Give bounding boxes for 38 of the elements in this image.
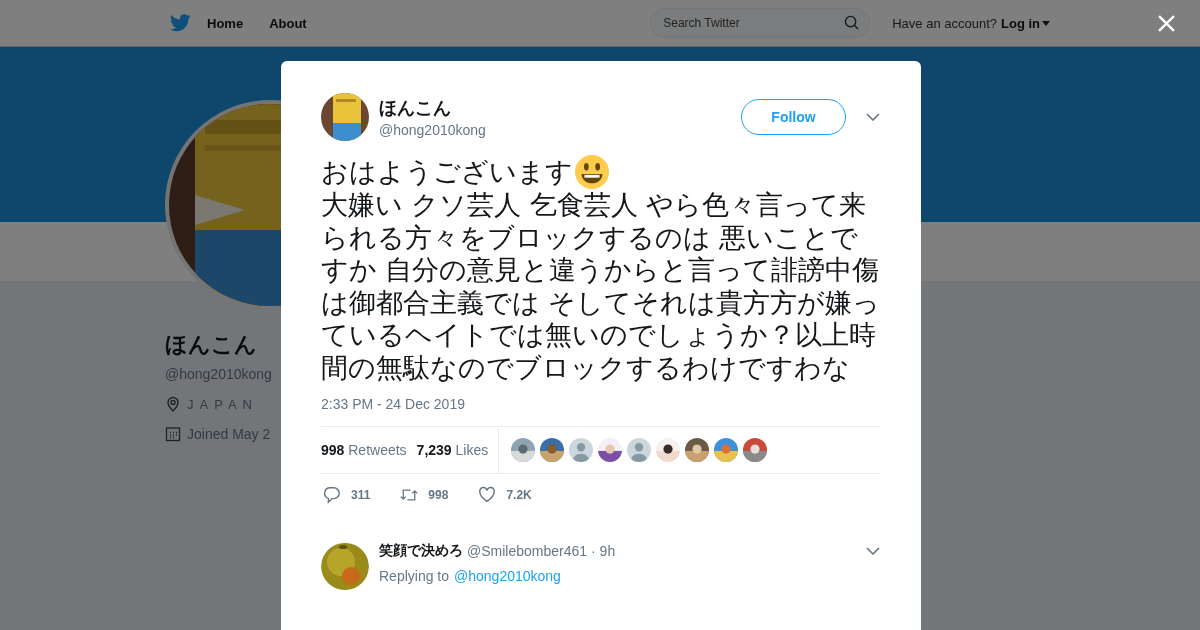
- reply-author-handle[interactable]: @Smilebomber461: [467, 543, 588, 559]
- action-count: 7.2K: [506, 488, 532, 502]
- reply-time[interactable]: · 9h: [591, 543, 616, 559]
- like-count[interactable]: 7,239 Likes: [416, 442, 489, 458]
- tweet-timestamp[interactable]: 2:33 PM - 24 Dec 2019: [321, 396, 881, 412]
- chevron-icon[interactable]: [866, 547, 880, 555]
- reply-icon[interactable]: [323, 486, 341, 504]
- caret-icon[interactable]: [1042, 20, 1050, 26]
- author-handle[interactable]: @hong2010kong: [379, 122, 741, 138]
- chevron-icon[interactable]: [866, 113, 880, 121]
- close-icon[interactable]: [1158, 15, 1175, 32]
- reply-author-name[interactable]: 笑顔で決めろ: [379, 542, 463, 560]
- default-avatar-icon[interactable]: [569, 438, 594, 462]
- profile-name: ほんこん: [165, 331, 258, 359]
- retweet-icon[interactable]: [400, 486, 419, 504]
- login-link[interactable]: Log in: [1001, 15, 1040, 31]
- default-avatar-icon[interactable]: [627, 438, 652, 462]
- follow-button[interactable]: Follow: [741, 99, 846, 135]
- heart-icon[interactable]: [478, 486, 497, 504]
- tweet-text: おはようございます: [321, 155, 573, 189]
- joined-date: Joined May 2: [187, 426, 271, 442]
- mention-link[interactable]: @hong2010kong: [454, 568, 561, 584]
- profile-location: JAPAN: [187, 396, 258, 412]
- tweet-text: 大嫌い クソ芸人 乞食芸人 やら色々言って来られる方々をブロックするのは 悪いことですか 自分の意見と違うからと言って誹謗中傷は御都合主義では そしてそれは貴方方が嫌っているヘイトでは無いのでしょうか？以上時間の無駄なのでブロックするわけですわな: [321, 189, 881, 384]
- smiley-icon: [575, 155, 609, 189]
- action-count: 998: [428, 488, 449, 502]
- nav-link[interactable]: About: [269, 15, 307, 31]
- profile-handle: @hong2010kong: [165, 366, 273, 382]
- account-prompt: Have an account?: [892, 15, 997, 31]
- location-icon: [165, 396, 181, 412]
- replying-to-label: Replying to: [379, 568, 450, 584]
- search-icon[interactable]: [844, 15, 860, 30]
- nav-link[interactable]: Home: [207, 15, 244, 31]
- author-name[interactable]: ほんこん: [379, 96, 741, 120]
- search-field[interactable]: Search Twitter: [650, 8, 871, 38]
- calendar-icon: [165, 426, 181, 442]
- retweet-count[interactable]: 998 Retweets: [321, 442, 407, 458]
- action-count: 311: [351, 488, 371, 502]
